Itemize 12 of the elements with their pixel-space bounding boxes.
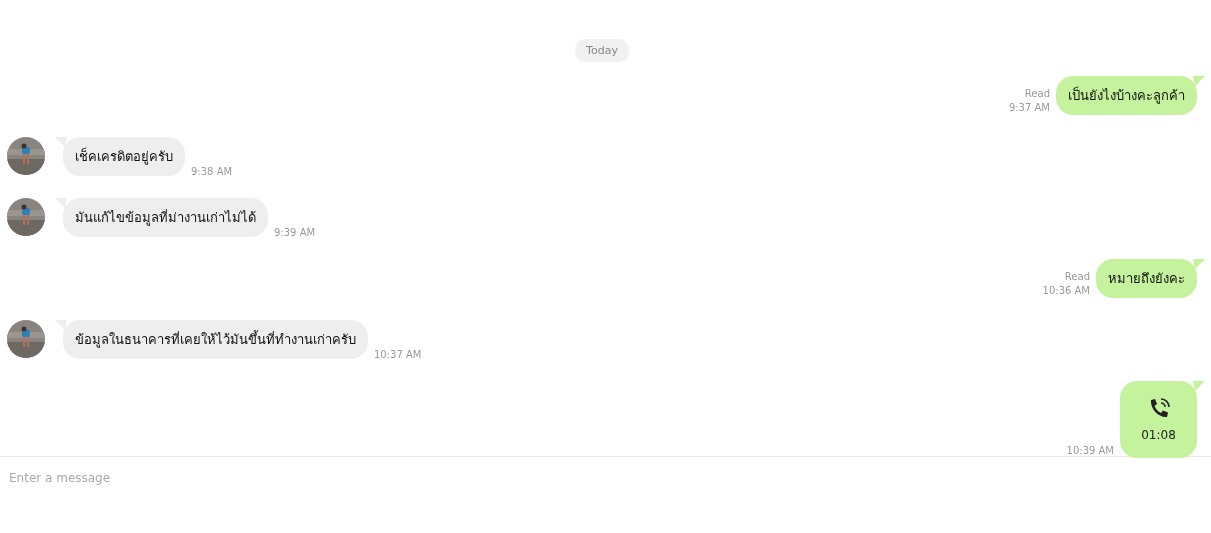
- message-time: 9:39 AM: [274, 226, 316, 240]
- message-time: 9:37 AM: [1008, 101, 1050, 115]
- bubble-tail: [1193, 76, 1205, 86]
- message-time: 10:39 AM: [1066, 444, 1114, 458]
- message-time: 9:38 AM: [191, 165, 233, 179]
- read-status: Read: [1024, 87, 1050, 101]
- call-duration: 01:08: [1141, 427, 1176, 442]
- message-time: 10:37 AM: [374, 348, 422, 362]
- message-time: 10:36 AM: [1042, 284, 1090, 298]
- read-status: Read: [1064, 270, 1090, 284]
- bubble-tail: [1193, 259, 1205, 269]
- date-divider: Today: [575, 39, 629, 62]
